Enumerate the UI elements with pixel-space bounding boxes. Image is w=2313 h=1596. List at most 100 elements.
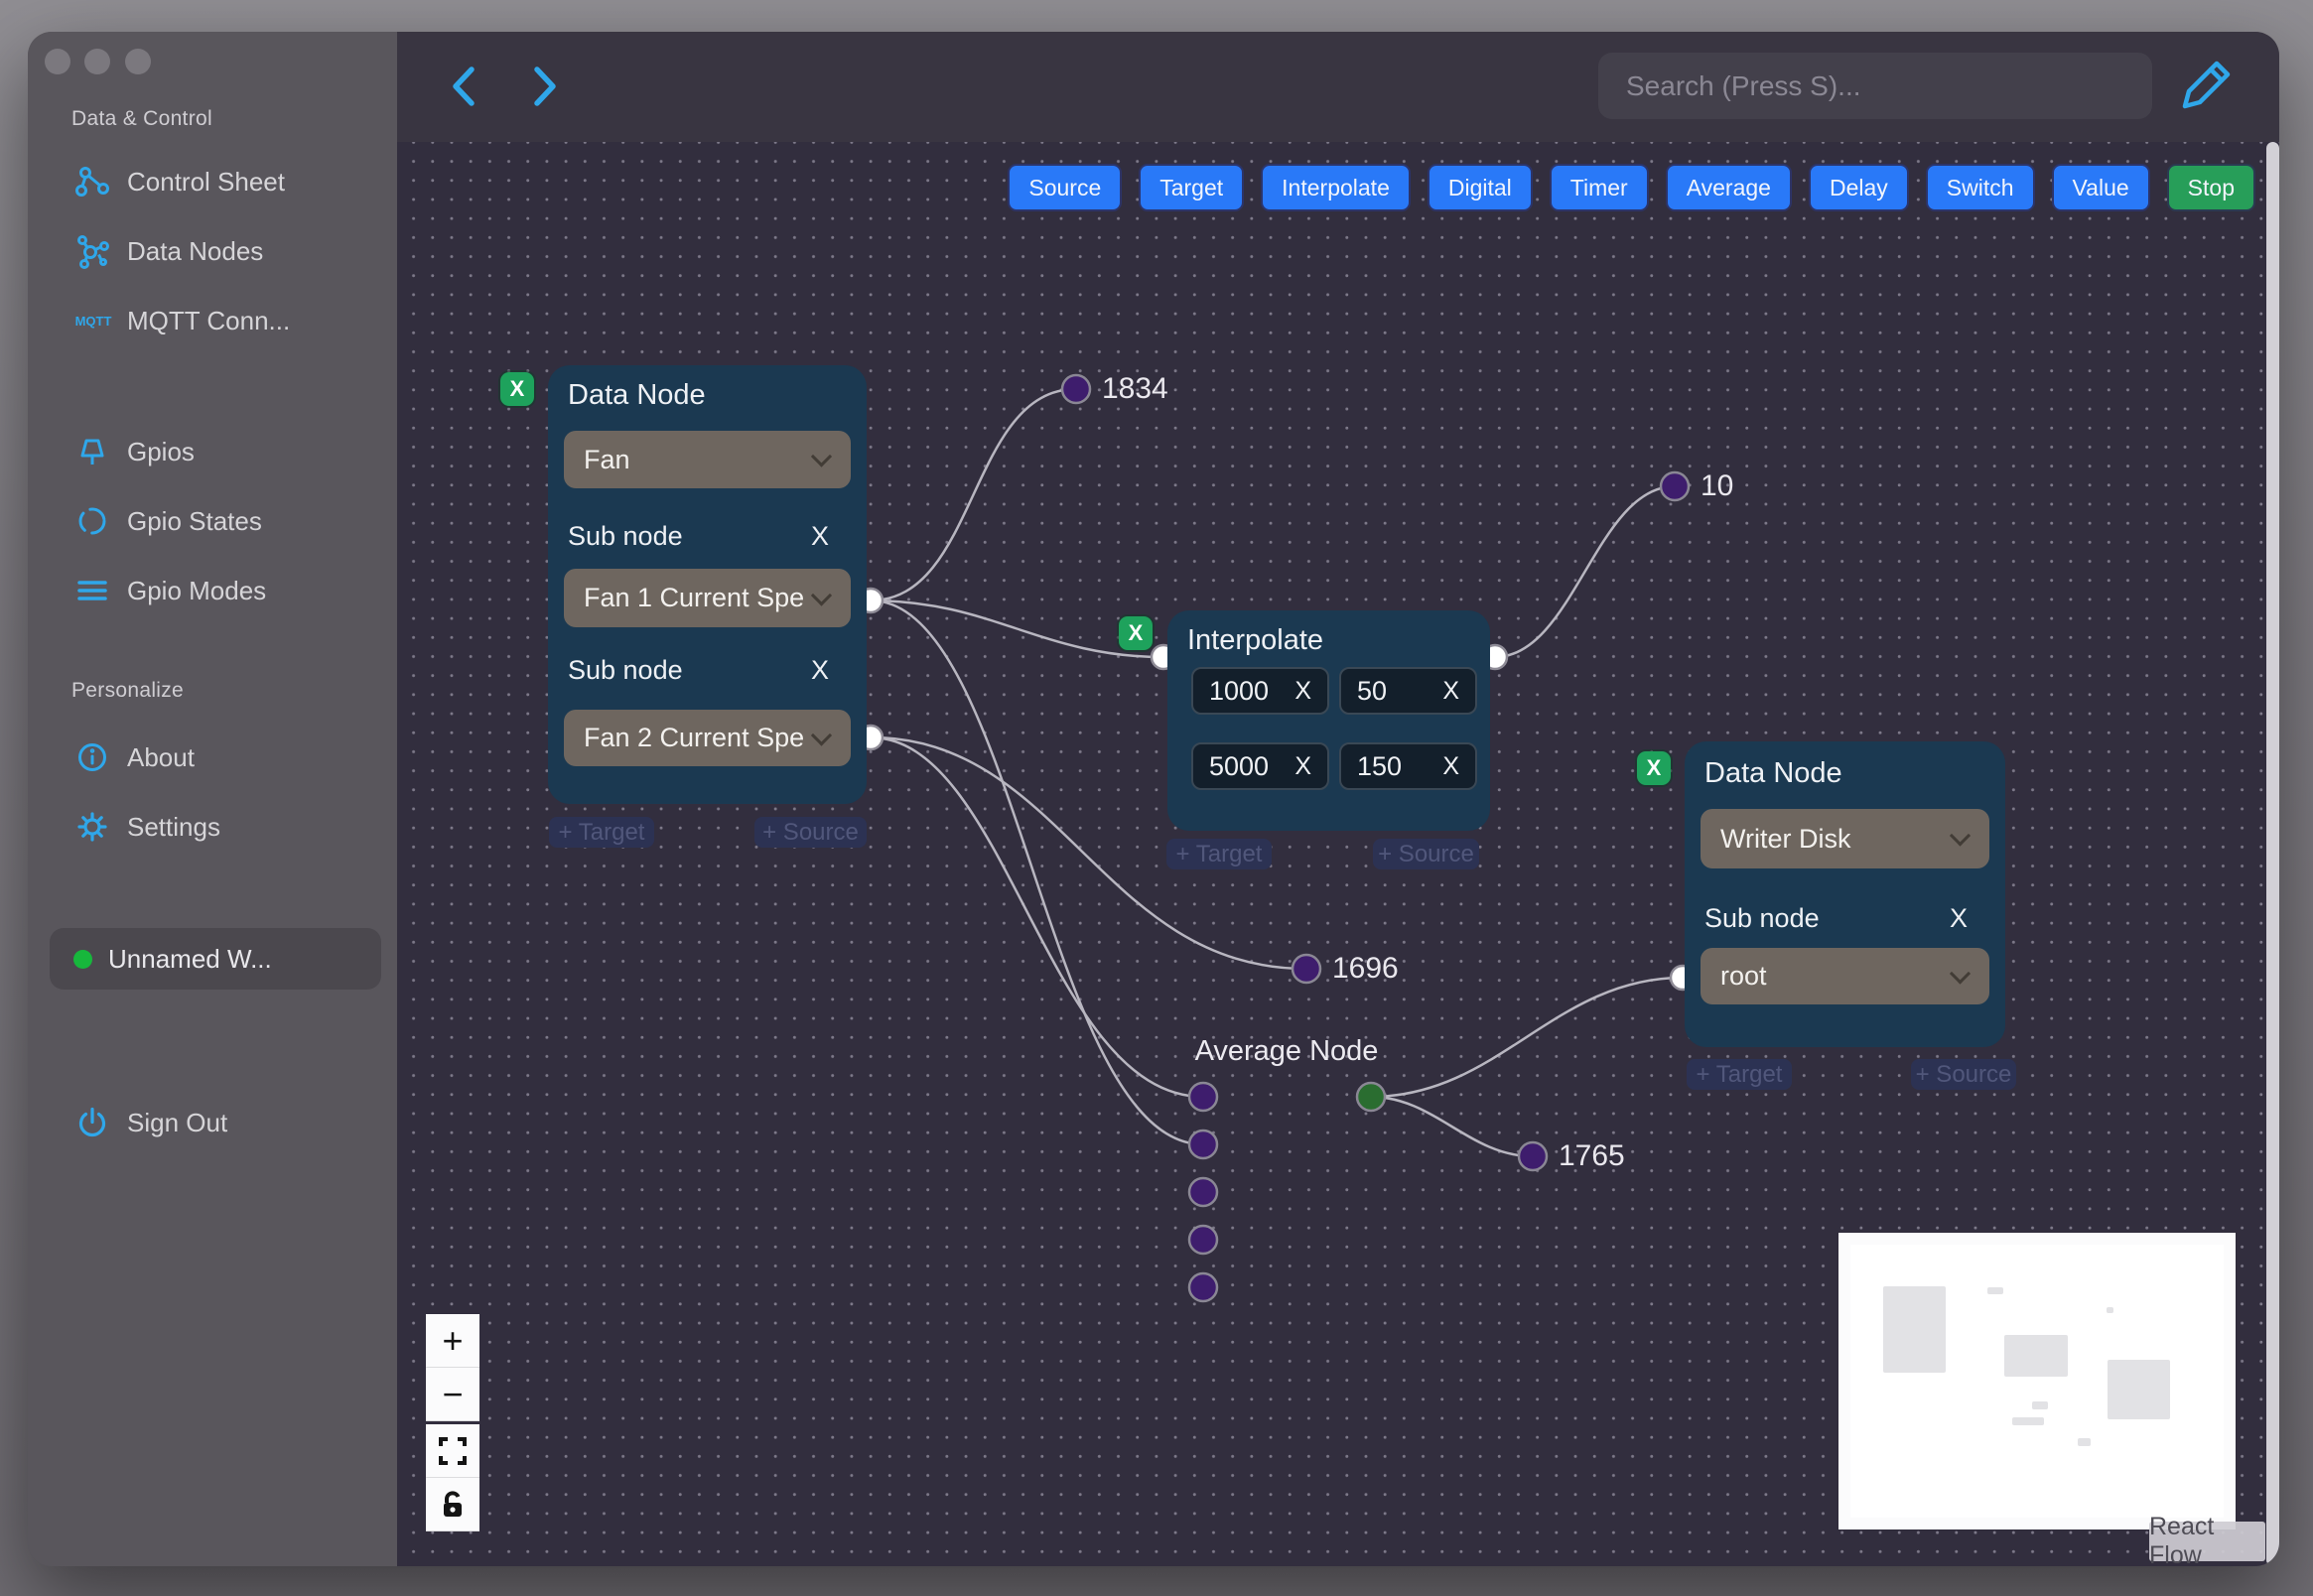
add-average-button[interactable]: Average bbox=[1665, 164, 1792, 211]
search-input[interactable] bbox=[1598, 53, 2152, 119]
sidebar-item-settings[interactable]: Settings bbox=[73, 807, 220, 847]
interpolate-input-y2[interactable]: 150 X bbox=[1339, 742, 1477, 790]
port-value-10[interactable] bbox=[1659, 470, 1691, 502]
add-switch-button[interactable]: Switch bbox=[1925, 164, 2035, 211]
chevron-down-icon bbox=[810, 446, 833, 467]
interpolate-input-x1[interactable]: 1000 X bbox=[1191, 667, 1329, 715]
menu-lines-icon bbox=[73, 572, 111, 609]
fan-device-select[interactable]: Fan bbox=[564, 431, 851, 488]
vertical-scrollbar[interactable] bbox=[2266, 142, 2279, 1566]
minimap[interactable] bbox=[1838, 1233, 2236, 1530]
sidebar-item-gpio-states[interactable]: Gpio States bbox=[73, 501, 262, 541]
average-input-port-3[interactable] bbox=[1187, 1176, 1219, 1208]
lock-toggle-button[interactable] bbox=[426, 1478, 479, 1531]
edge-average-writer[interactable] bbox=[1370, 976, 1684, 1099]
stop-button[interactable]: Stop bbox=[2166, 164, 2255, 211]
forward-button[interactable] bbox=[524, 62, 564, 111]
remove-sub2-button[interactable]: X bbox=[811, 655, 829, 686]
fan-sub2-select[interactable]: Fan 2 Current Spe bbox=[564, 710, 851, 766]
edge-interpolate-10[interactable] bbox=[1494, 484, 1676, 659]
dashed-circle-icon bbox=[73, 502, 111, 540]
port-value-1696[interactable] bbox=[1291, 953, 1322, 985]
clear-value-button[interactable]: X bbox=[1442, 677, 1459, 706]
sidebar-item-about[interactable]: About bbox=[73, 737, 195, 777]
edge-fan1-average[interactable] bbox=[870, 598, 1204, 1146]
traffic-light-close-button[interactable] bbox=[45, 49, 70, 74]
traffic-light-zoom-button[interactable] bbox=[125, 49, 151, 74]
interpolate-node-delete-button[interactable]: X bbox=[1119, 616, 1153, 650]
sidebar-item-label: Control Sheet bbox=[127, 166, 285, 197]
interpolate-input-y1[interactable]: 50 X bbox=[1339, 667, 1477, 715]
interpolate-node[interactable]: Interpolate 1000 X 50 X 5000 X 150 X bbox=[1167, 610, 1490, 831]
average-input-port-1[interactable] bbox=[1187, 1081, 1219, 1113]
average-input-port-4[interactable] bbox=[1187, 1224, 1219, 1256]
sidebar-item-data-nodes[interactable]: Data Nodes bbox=[73, 231, 263, 271]
fan-node-delete-button[interactable]: X bbox=[500, 372, 534, 406]
sidebar-item-gpio-modes[interactable]: Gpio Modes bbox=[73, 571, 266, 610]
fan-sub1-select[interactable]: Fan 1 Current Spe bbox=[564, 569, 851, 627]
minimap-node-rect bbox=[1987, 1287, 2003, 1294]
average-input-port-5[interactable] bbox=[1187, 1271, 1219, 1303]
add-timer-button[interactable]: Timer bbox=[1549, 164, 1649, 211]
clear-value-button[interactable]: X bbox=[1442, 752, 1459, 781]
add-target-button[interactable]: Target bbox=[1139, 164, 1245, 211]
writer-add-target-pill[interactable]: + Target bbox=[1687, 1059, 1792, 1090]
node-title: Data Node bbox=[1704, 757, 1842, 789]
sidebar-item-label: Gpios bbox=[127, 436, 195, 466]
fan-add-source-pill[interactable]: + Source bbox=[754, 817, 867, 848]
port-value-1834[interactable] bbox=[1060, 373, 1092, 405]
interpolate-add-target-pill[interactable]: + Target bbox=[1166, 839, 1272, 869]
sidebar-item-gpios[interactable]: Gpios bbox=[73, 432, 195, 471]
back-button[interactable] bbox=[445, 62, 484, 111]
sidebar-item-label: About bbox=[127, 741, 195, 772]
react-flow-attribution-link[interactable]: React Flow bbox=[2149, 1513, 2265, 1566]
sub-node-label: Sub node bbox=[568, 655, 683, 685]
clear-value-button[interactable]: X bbox=[1294, 752, 1311, 781]
power-icon bbox=[73, 1104, 111, 1141]
chevron-down-icon bbox=[1949, 962, 1972, 985]
interpolate-input-x2[interactable]: 5000 X bbox=[1191, 742, 1329, 790]
interpolate-add-source-pill[interactable]: + Source bbox=[1373, 839, 1479, 869]
zoom-in-button[interactable]: + bbox=[426, 1314, 479, 1368]
workflow-status-dot bbox=[73, 949, 92, 969]
writer-data-node[interactable]: Data Node Writer Disk Sub node X root bbox=[1685, 741, 2005, 1047]
edge-fan2-average[interactable] bbox=[870, 735, 1204, 1099]
sidebar-item-sign-out[interactable]: Sign Out bbox=[73, 1103, 227, 1142]
edge-fan1-1834[interactable] bbox=[870, 387, 1077, 602]
add-delay-button[interactable]: Delay bbox=[1808, 164, 1909, 211]
remove-sub-button[interactable]: X bbox=[1950, 903, 1968, 934]
edge-value-label: 1765 bbox=[1559, 1139, 1625, 1172]
add-source-button[interactable]: Source bbox=[1008, 164, 1123, 211]
minimap-node-rect bbox=[2108, 1360, 2170, 1419]
fit-view-button[interactable] bbox=[426, 1424, 479, 1478]
clear-value-button[interactable]: X bbox=[1294, 677, 1311, 706]
add-interpolate-button[interactable]: Interpolate bbox=[1261, 164, 1411, 211]
remove-sub1-button[interactable]: X bbox=[811, 521, 829, 552]
flow-canvas[interactable]: Source Target Interpolate Digital Timer … bbox=[397, 142, 2279, 1566]
edit-pencil-icon[interactable] bbox=[2174, 56, 2236, 117]
writer-node-delete-button[interactable]: X bbox=[1637, 751, 1671, 785]
sidebar-item-control-sheet[interactable]: Control Sheet bbox=[73, 162, 285, 201]
add-digital-button[interactable]: Digital bbox=[1427, 164, 1533, 211]
writer-add-source-pill[interactable]: + Source bbox=[1911, 1059, 2016, 1090]
add-value-button[interactable]: Value bbox=[2051, 164, 2150, 211]
port-value-1765[interactable] bbox=[1517, 1140, 1549, 1172]
traffic-light-minimize-button[interactable] bbox=[84, 49, 110, 74]
sidebar-section-personalize: Personalize bbox=[71, 679, 185, 702]
writer-sub-select[interactable]: root bbox=[1701, 948, 1989, 1004]
sidebar-item-workflow-selected[interactable]: Unnamed W... bbox=[50, 928, 381, 990]
sub-node-label: Sub node bbox=[568, 521, 683, 551]
minimap-node-rect bbox=[2012, 1417, 2044, 1425]
edge-average-1765[interactable] bbox=[1370, 1095, 1534, 1158]
chevron-down-icon bbox=[810, 584, 833, 606]
canvas-controls: + − bbox=[426, 1314, 479, 1531]
sidebar-item-mqtt-connections[interactable]: MQTT MQTT Conn... bbox=[73, 301, 291, 340]
average-output-port[interactable] bbox=[1355, 1081, 1387, 1113]
sidebar-item-label: MQTT Conn... bbox=[127, 305, 291, 335]
writer-device-select[interactable]: Writer Disk bbox=[1701, 809, 1989, 868]
minimap-node-rect bbox=[1883, 1286, 1946, 1373]
fan-data-node[interactable]: Data Node Fan Sub node X Fan 1 Current S… bbox=[548, 365, 867, 804]
average-input-port-2[interactable] bbox=[1187, 1129, 1219, 1160]
zoom-out-button[interactable]: − bbox=[426, 1368, 479, 1421]
fan-add-target-pill[interactable]: + Target bbox=[549, 817, 654, 848]
